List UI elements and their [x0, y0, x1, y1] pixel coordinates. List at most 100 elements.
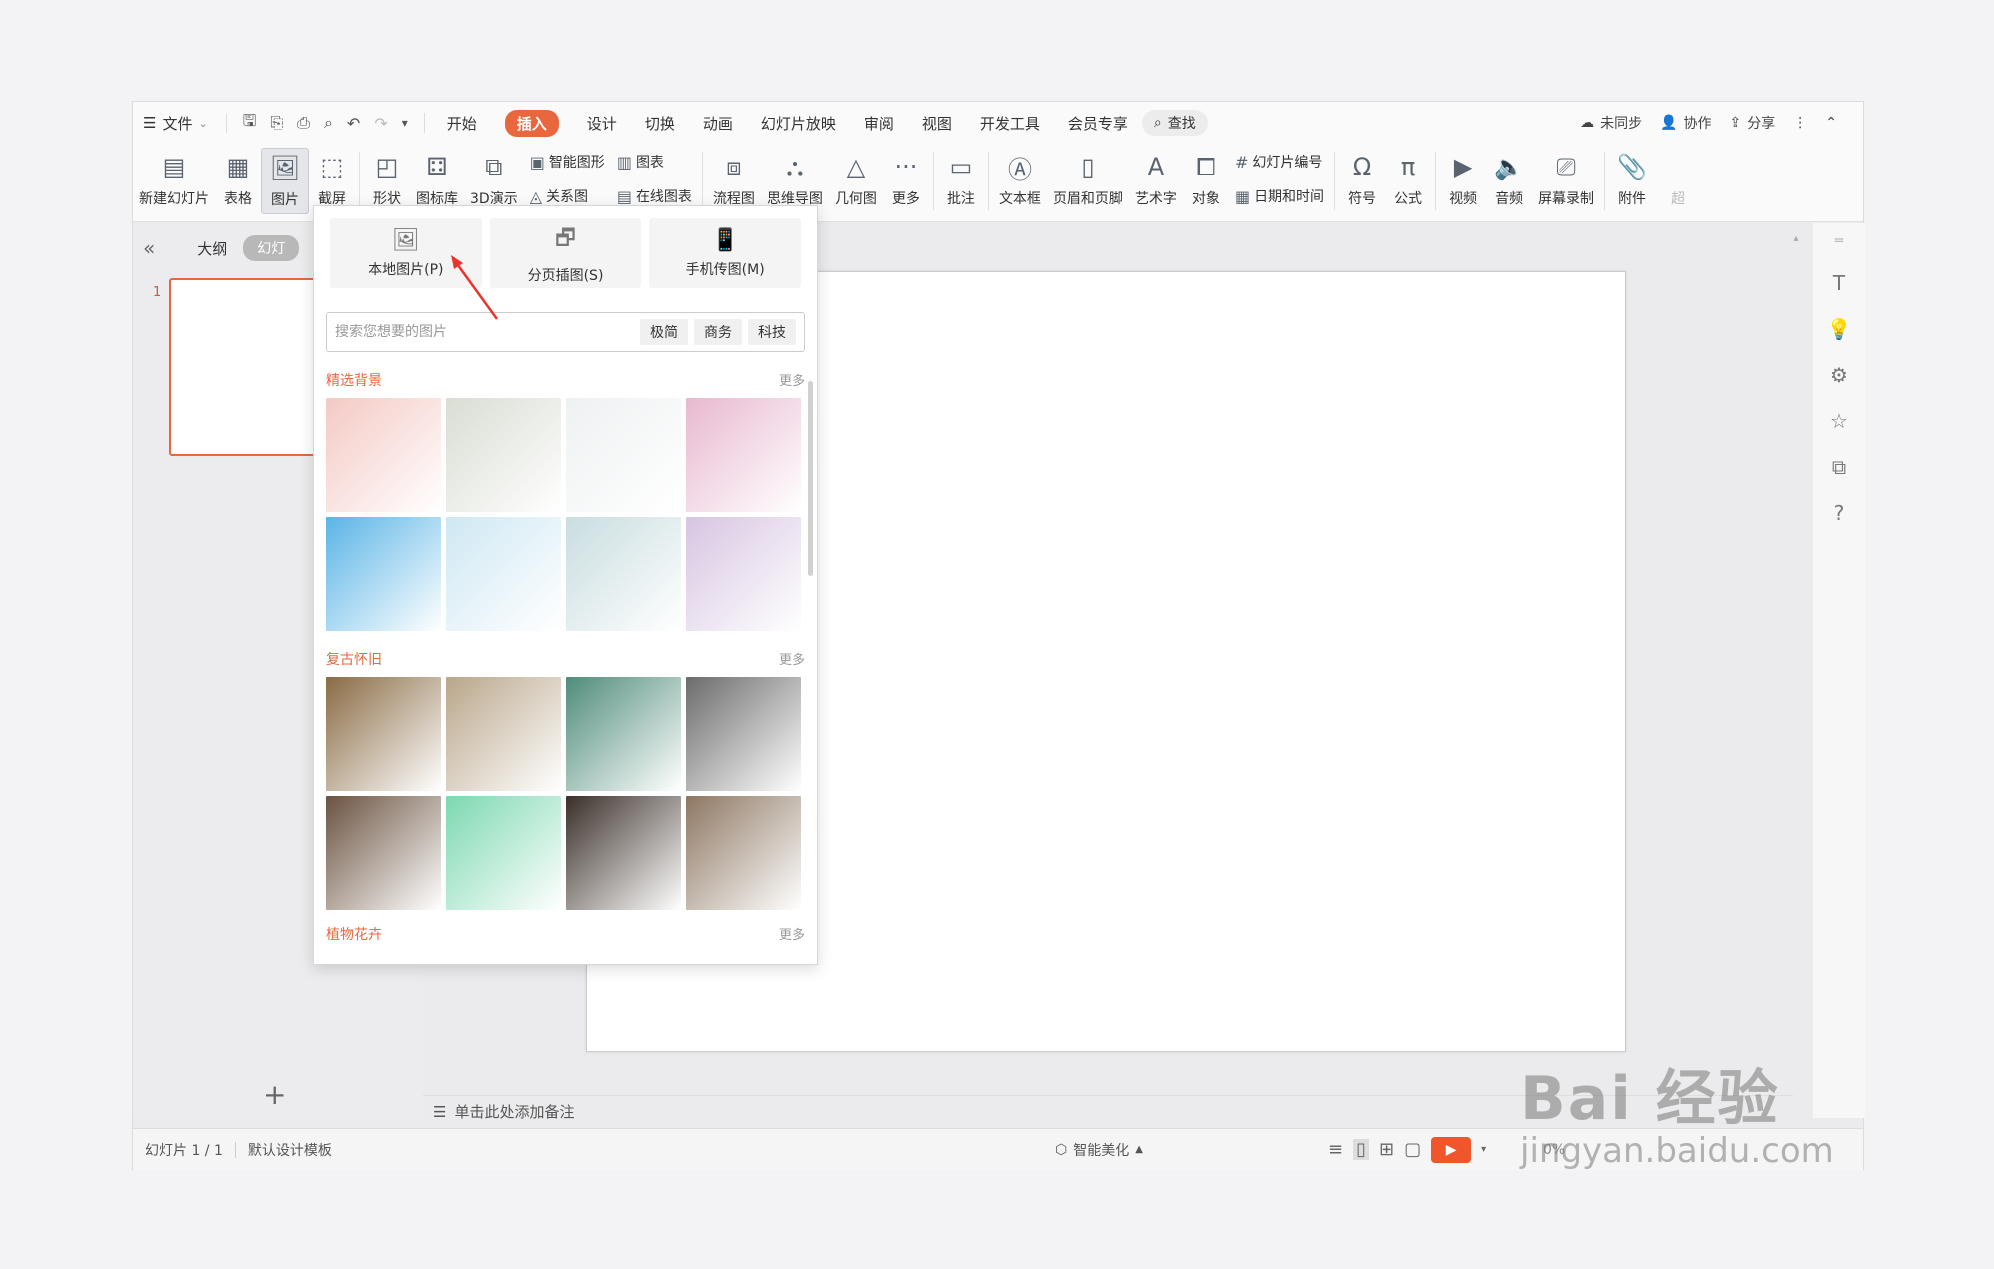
vertical-scrollbar[interactable]: ▴	[1789, 233, 1803, 1083]
play-dropdown-icon[interactable]: ▾	[1481, 1144, 1486, 1155]
lightbulb-icon[interactable]: 💡	[1827, 317, 1852, 341]
play-button[interactable]: ▶	[1431, 1136, 1472, 1163]
wordart-button[interactable]: A 艺术字	[1129, 148, 1183, 214]
relation-button[interactable]: ◬ 关系图	[530, 186, 605, 206]
print-icon[interactable]: ⎙	[297, 113, 310, 133]
picture-thumbnail[interactable]	[326, 398, 441, 512]
tab-slides[interactable]: 幻灯	[243, 235, 300, 261]
table-button[interactable]: ▦ 表格	[215, 148, 261, 214]
slide-number-button[interactable]: # 幻灯片编号	[1235, 152, 1324, 172]
more-button[interactable]: ··· 更多	[883, 148, 929, 214]
picture-thumbnail[interactable]	[566, 398, 681, 512]
tab-animation[interactable]: 动画	[689, 102, 747, 144]
header-footer-button[interactable]: ▯ 页眉和页脚	[1047, 148, 1129, 214]
tab-view[interactable]: 视图	[908, 102, 966, 144]
picture-thumbnail[interactable]	[686, 677, 801, 791]
object-button[interactable]: ⧠ 对象	[1183, 148, 1229, 214]
sync-button[interactable]: ☁ 未同步	[1574, 102, 1648, 144]
collapse-handle-icon[interactable]: ═	[1835, 233, 1843, 249]
collab-button[interactable]: 👤 协作	[1654, 102, 1717, 144]
new-slide-icon: ▤	[162, 153, 186, 181]
search-button[interactable]: ⌕ 查找	[1141, 110, 1208, 136]
more-options-icon[interactable]: ⋮	[1787, 102, 1813, 144]
datetime-button[interactable]: ▦ 日期和时间	[1235, 186, 1324, 206]
cloud-icon: ☁	[1580, 115, 1595, 131]
picture-search-input[interactable]	[335, 324, 634, 340]
picture-thumbnail[interactable]	[446, 796, 561, 910]
add-slide-icon[interactable]: +	[263, 1078, 286, 1111]
tab-design[interactable]: 设计	[573, 102, 631, 144]
help-icon[interactable]: ?	[1834, 501, 1845, 525]
picture-thumbnail[interactable]	[686, 517, 801, 631]
screen-record-button[interactable]: ⎚ 屏幕录制	[1532, 148, 1600, 214]
tab-slideshow[interactable]: 幻灯片放映	[747, 102, 850, 144]
redo-icon[interactable]: ↷	[374, 114, 387, 133]
pin-icon[interactable]: ☆	[1830, 409, 1848, 433]
save-icon[interactable]: 🖫	[243, 110, 257, 137]
phone-picture-button[interactable]: 📱 手机传图(M)	[649, 218, 802, 288]
geometry-icon: △	[846, 153, 866, 181]
hyperlink-button[interactable]: 超	[1655, 148, 1701, 214]
more-link[interactable]: 更多	[779, 649, 805, 669]
more-link[interactable]: 更多	[779, 924, 805, 944]
beautify-button[interactable]: ⬡ 智能美化 ▲	[1055, 1140, 1143, 1160]
picture-thumbnail[interactable]	[326, 517, 441, 631]
tab-insert[interactable]: 插入	[491, 102, 573, 144]
reading-view-icon[interactable]: ▢	[1404, 1139, 1421, 1160]
picture-thumbnail[interactable]	[566, 677, 681, 791]
sorter-view-icon[interactable]: ⊞	[1379, 1139, 1394, 1160]
textbox-button[interactable]: Ⓐ 文本框	[993, 148, 1047, 214]
tag-tech[interactable]: 科技	[748, 319, 796, 345]
scroll-up-icon[interactable]: ▴	[1789, 233, 1803, 244]
page-picture-button[interactable]: 🗗 分页插图(S)	[489, 218, 642, 288]
picture-thumbnail[interactable]	[446, 677, 561, 791]
new-slide-button[interactable]: ▤ 新建幻灯片	[133, 148, 215, 214]
audio-button[interactable]: 🔈 音频	[1486, 148, 1532, 214]
tab-transitions[interactable]: 切换	[631, 102, 689, 144]
collapse-panel-icon[interactable]: «	[143, 236, 155, 260]
chart-button[interactable]: ▥ 图表	[617, 152, 692, 172]
more-link[interactable]: 更多	[779, 370, 805, 390]
print-preview-icon[interactable]: ⌕	[324, 113, 333, 133]
comment-button[interactable]: ▭ 批注	[938, 148, 984, 214]
picture-thumbnail[interactable]	[566, 796, 681, 910]
symbol-button[interactable]: Ω 符号	[1339, 148, 1385, 214]
template-name[interactable]: 默认设计模板	[236, 1140, 344, 1160]
picture-thumbnail[interactable]	[566, 517, 681, 631]
picture-thumbnail[interactable]	[446, 398, 561, 512]
tab-developer[interactable]: 开发工具	[966, 102, 1054, 144]
section-title: 植物花卉	[326, 927, 382, 943]
adjust-icon[interactable]: ⚙	[1830, 363, 1848, 387]
picture-thumbnail[interactable]	[326, 796, 441, 910]
picture-thumbnail[interactable]	[686, 796, 801, 910]
slides-icon[interactable]: ⧉	[1832, 455, 1846, 479]
picture-thumbnail[interactable]	[326, 677, 441, 791]
dropdown-scrollbar[interactable]	[808, 381, 813, 576]
formula-button[interactable]: π 公式	[1385, 148, 1431, 214]
geometry-button[interactable]: △ 几何图	[829, 148, 883, 214]
smart-art-button[interactable]: ▣ 智能图形	[530, 152, 605, 172]
format-painter-icon[interactable]: ⎘	[270, 113, 283, 133]
picture-button[interactable]: 🖼 图片	[261, 148, 309, 214]
slide-number-icon: #	[1234, 152, 1249, 172]
undo-icon[interactable]: ↶	[347, 114, 360, 133]
file-menu[interactable]: ☰ 文件 ⌄	[133, 102, 218, 144]
text-icon[interactable]: T	[1833, 271, 1845, 295]
tab-review[interactable]: 审阅	[850, 102, 908, 144]
normal-view-icon[interactable]: ▯	[1353, 1139, 1369, 1160]
online-chart-button[interactable]: ▤ 在线图表	[617, 186, 692, 206]
flowchart-icon: ⧈	[726, 153, 742, 181]
picture-thumbnail[interactable]	[446, 517, 561, 631]
share-button[interactable]: ⇪ 分享	[1724, 102, 1782, 144]
customize-icon[interactable]: ▾	[402, 116, 408, 130]
tab-home[interactable]: 开始	[433, 102, 491, 144]
tab-member[interactable]: 会员专享	[1054, 102, 1142, 144]
picture-thumbnail[interactable]	[686, 398, 801, 512]
tag-minimal[interactable]: 极简	[640, 319, 688, 345]
collapse-ribbon-icon[interactable]: ⌃	[1819, 102, 1843, 144]
tab-outline[interactable]: 大纲	[197, 238, 227, 259]
tag-business[interactable]: 商务	[694, 319, 742, 345]
notes-toggle-icon[interactable]: ≡	[1328, 1139, 1343, 1160]
attachment-button[interactable]: 📎 附件	[1609, 148, 1655, 214]
video-button[interactable]: ▶ 视频	[1440, 148, 1486, 214]
